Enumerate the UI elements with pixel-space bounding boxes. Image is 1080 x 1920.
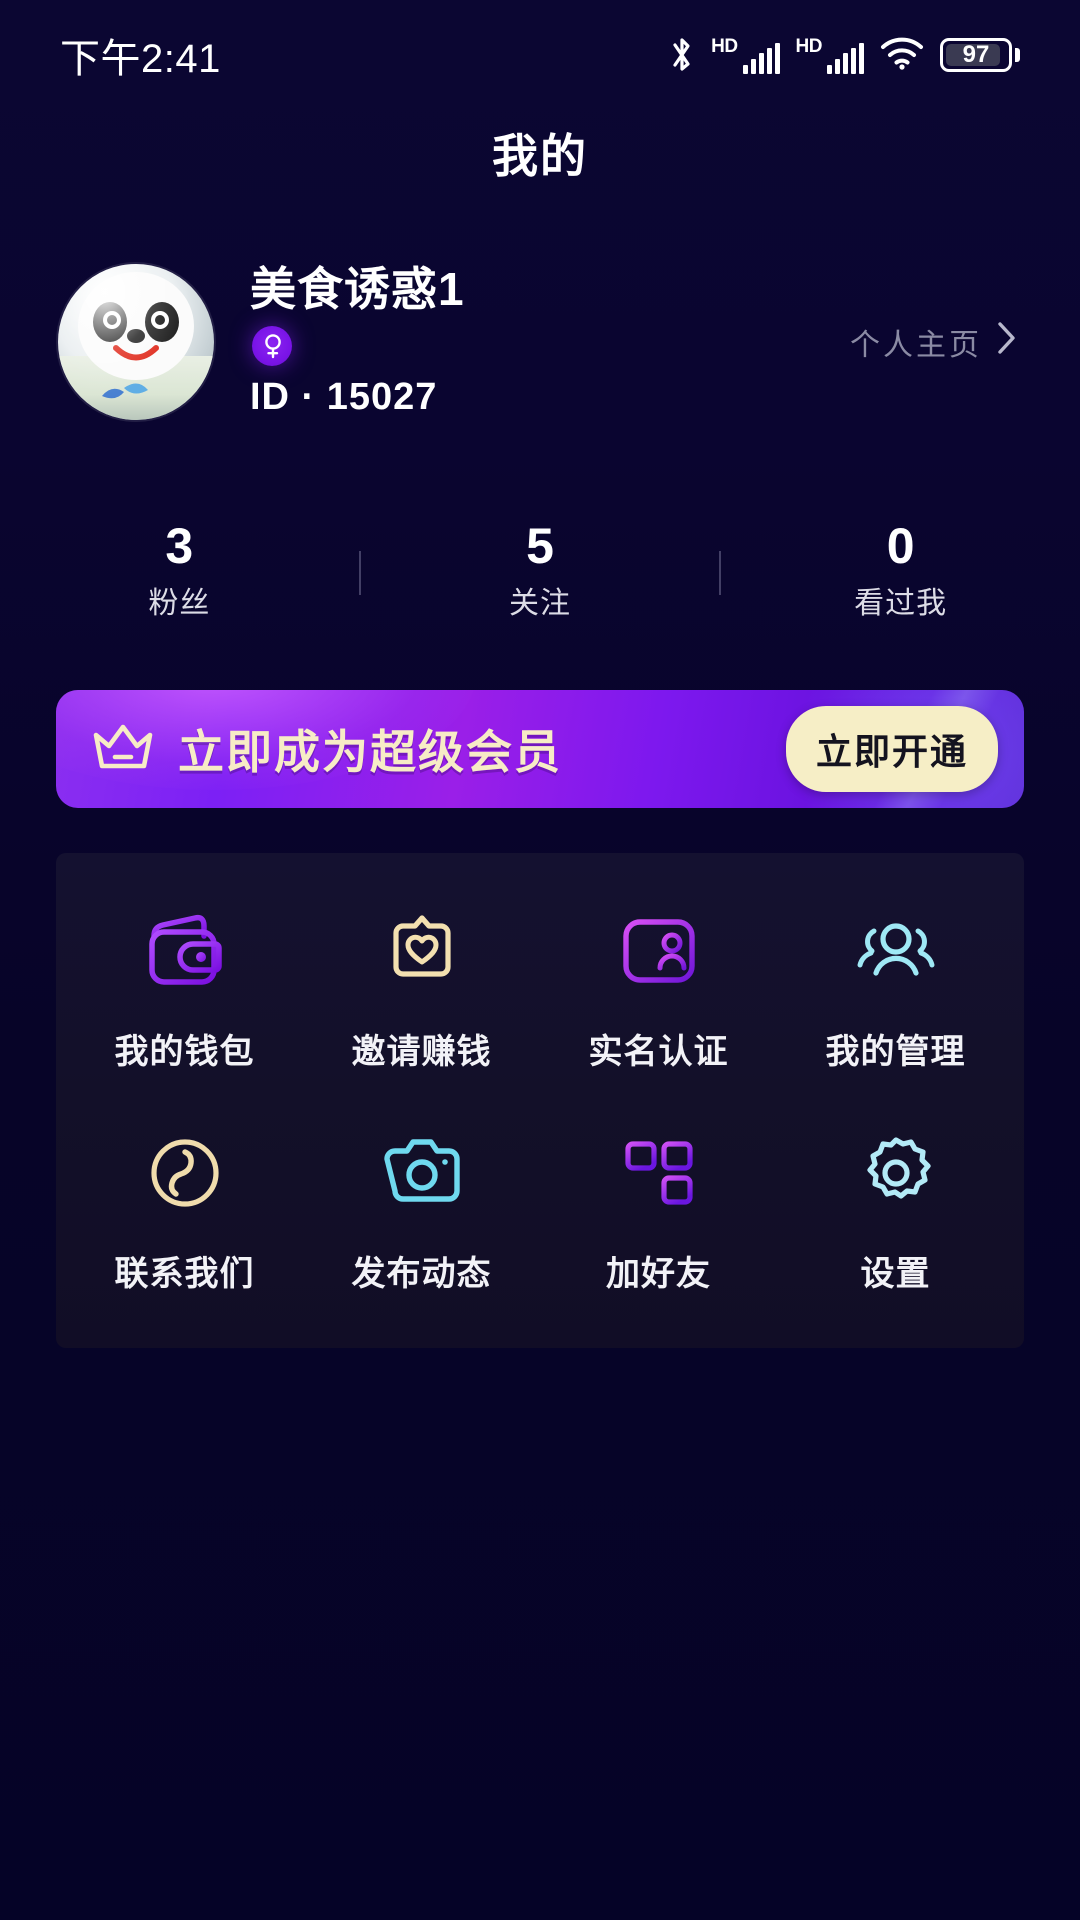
grid-item-settings[interactable]: 设置 [777, 1102, 1014, 1325]
camera-icon [379, 1130, 465, 1216]
status-time: 下午2:41 [60, 37, 221, 81]
phone-icon [145, 1130, 225, 1216]
invite-heart-icon [382, 908, 462, 994]
crown-icon [90, 719, 156, 780]
grid-item-wallet[interactable]: 我的钱包 [66, 879, 303, 1102]
vip-banner[interactable]: 立即成为超级会员 立即开通 [56, 690, 1024, 808]
grid-item-contact[interactable]: 联系我们 [66, 1102, 303, 1325]
bluetooth-icon [669, 35, 695, 75]
id-card-icon [619, 908, 699, 994]
profile-info: 美食诱惑1 ID · 15027 [250, 264, 850, 420]
status-icons: HD HD 97 [669, 35, 1020, 75]
sim1-hd-label: HD [711, 35, 738, 57]
grid-item-label: 我的钱包 [114, 1032, 255, 1071]
stat-value: 3 [165, 518, 194, 574]
feature-grid: 我的钱包 邀请赚钱 实名认证 我的管理 联系我们 发布动态 加好友 设置 [56, 853, 1024, 1348]
profile-section: 美食诱惑1 ID · 15027 个人主页 [0, 252, 1080, 432]
stat-followers[interactable]: 3 粉丝 [0, 521, 359, 619]
sim2-hd-label: HD [795, 35, 823, 57]
grid-item-label: 设置 [860, 1255, 931, 1294]
battery-level: 97 [962, 41, 990, 68]
grid-item-management[interactable]: 我的管理 [777, 879, 1014, 1102]
personal-homepage-label: 个人主页 [850, 329, 982, 362]
grid-item-label: 联系我们 [114, 1255, 255, 1294]
female-symbol-icon [265, 333, 281, 358]
username: 美食诱惑1 [250, 263, 465, 316]
status-bar: 下午2:41 HD HD 97 [0, 0, 1080, 110]
users-icon [852, 908, 940, 994]
stat-visitors[interactable]: 0 看过我 [721, 521, 1080, 619]
stat-following[interactable]: 5 关注 [361, 521, 720, 619]
grid-item-label: 邀请赚钱 [351, 1032, 492, 1071]
grid-item-label: 发布动态 [351, 1255, 492, 1294]
gear-icon [856, 1130, 936, 1216]
grid-item-add-friend[interactable]: 加好友 [540, 1102, 777, 1325]
avatar[interactable] [58, 264, 214, 420]
stat-label: 关注 [509, 587, 571, 620]
wifi-icon [880, 36, 924, 75]
user-id: ID · 15027 [250, 375, 438, 418]
stat-label: 看过我 [854, 587, 948, 620]
grid-item-invite[interactable]: 邀请赚钱 [303, 879, 540, 1102]
personal-homepage-link[interactable]: 个人主页 [850, 320, 1022, 364]
wallet-icon [143, 908, 227, 994]
female-gender-badge [252, 325, 292, 366]
stat-label: 粉丝 [148, 587, 211, 620]
app-screen: 下午2:41 HD HD 97 我的 美食诱惑1 ID · 15027 个人主页… [0, 0, 1080, 1920]
grid-item-label: 加好友 [606, 1255, 711, 1294]
qrcode-icon [621, 1130, 697, 1216]
stats-row: 3 粉丝 5 关注 0 看过我 [0, 505, 1080, 635]
sim2-signal: HD [796, 37, 864, 74]
stat-value: 5 [526, 518, 554, 574]
sim1-signal: HD [711, 35, 780, 74]
sim2-bars [827, 42, 864, 74]
grid-item-verification[interactable]: 实名认证 [540, 879, 777, 1102]
chevron-right-icon [996, 320, 1018, 364]
page-title: 我的 [492, 130, 588, 182]
vip-banner-text: 立即成为超级会员 [178, 726, 562, 778]
sim1-bars [742, 42, 780, 74]
battery-icon: 97 [940, 38, 1020, 72]
grid-item-label: 实名认证 [588, 1032, 729, 1071]
grid-item-post[interactable]: 发布动态 [303, 1102, 540, 1325]
stat-value: 0 [886, 518, 915, 574]
grid-item-label: 我的管理 [825, 1032, 966, 1071]
vip-activate-button[interactable]: 立即开通 [785, 706, 998, 792]
